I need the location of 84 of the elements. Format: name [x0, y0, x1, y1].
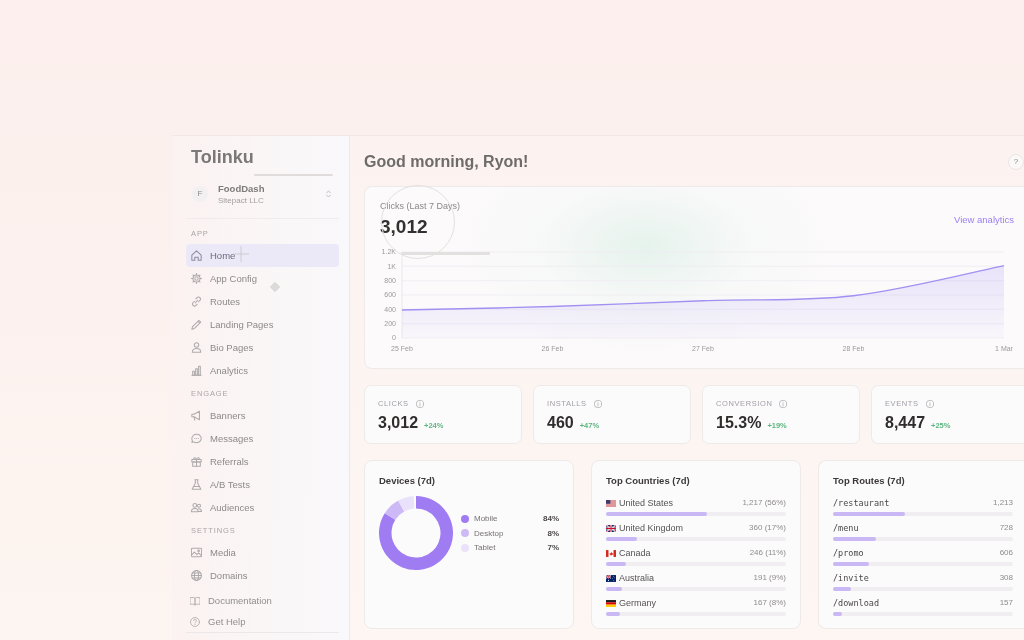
route-path: /promo [833, 547, 864, 559]
legend-value: 84% [543, 513, 559, 524]
info-icon [925, 399, 934, 408]
info-icon [415, 399, 424, 408]
help-button[interactable]: ? [1008, 154, 1024, 170]
logo: Tolinku [190, 147, 254, 167]
nav-item[interactable]: A/B Tests [186, 473, 339, 496]
gear-icon [191, 273, 202, 284]
country-name: Germany [619, 597, 656, 609]
nav-item[interactable]: App Config [186, 267, 339, 290]
legend-value: 7% [546, 542, 559, 553]
stat-value: 8,447 [885, 413, 926, 433]
uk-flag-icon [606, 524, 616, 532]
route-count: 1,213 [992, 497, 1013, 509]
card-title: Top Routes (7d) [833, 475, 906, 487]
country-name: Australia [619, 572, 654, 584]
us-flag-icon [606, 499, 616, 507]
australia-flag-icon [606, 574, 616, 582]
book-icon [190, 595, 200, 606]
link-icon [191, 296, 202, 307]
people-icon [191, 502, 202, 513]
canada-flag-icon [606, 549, 616, 557]
view-analytics-link[interactable]: View analytics [953, 213, 1014, 225]
chevron-up-down-icon[interactable] [326, 190, 331, 198]
crosshair-icon [233, 246, 249, 262]
footer-link[interactable]: Documentation [186, 590, 339, 611]
nav-item[interactable]: Messages [186, 427, 339, 450]
footer-link[interactable]: Get Help [186, 611, 339, 632]
country-count: 167 (8%) [753, 597, 786, 609]
nav-item[interactable]: Landing Pages [186, 313, 339, 336]
person-icon [191, 342, 202, 353]
globe-icon [191, 570, 202, 581]
nav-item[interactable]: Home [186, 244, 339, 267]
diamond-icon [270, 282, 280, 292]
total-value: 3,012 [380, 216, 428, 238]
country-name: Canada [619, 547, 651, 559]
stat-value: 3,012 [378, 413, 419, 433]
route-path: /menu [833, 522, 859, 534]
nav-item[interactable]: Bio Pages [186, 336, 339, 359]
route-path: /restaurant [833, 497, 890, 509]
nav-item[interactable]: Referrals [186, 450, 339, 473]
nav-item[interactable]: Audiences [186, 496, 339, 519]
chat-bubble-icon [191, 433, 202, 444]
workspace-avatar: F [192, 186, 208, 202]
pencil-icon [191, 319, 202, 330]
info-icon [779, 399, 788, 408]
route-path: /invite [833, 572, 869, 584]
country-count: 191 (9%) [753, 572, 786, 584]
legend-label: Desktop [474, 527, 505, 539]
info-icon [593, 399, 602, 408]
page-title: Good morning, Ryon! [364, 152, 529, 172]
legend-label: Mobile [474, 513, 499, 524]
stat-value: 15.3% [716, 413, 762, 433]
route-count: 308 [999, 572, 1013, 584]
gift-icon [191, 456, 202, 467]
image-icon [191, 547, 202, 558]
card-title: Top Countries (7d) [606, 475, 691, 487]
country-count: 360 (17%) [749, 522, 786, 534]
nav-item[interactable]: Banners [186, 404, 339, 427]
country-name: United States [619, 497, 674, 509]
route-count: 728 [999, 522, 1013, 534]
germany-flag-icon [606, 599, 616, 607]
help-icon [190, 616, 200, 627]
workspace-name: FoodDash [218, 182, 265, 195]
country-name: United Kingdom [619, 522, 684, 534]
card-title: Clicks (Last 7 Days) [380, 200, 460, 212]
megaphone-icon [191, 410, 202, 421]
nav-item[interactable]: Routes [186, 290, 339, 313]
route-count: 157 [999, 597, 1013, 609]
legend-label: Tablet [474, 542, 497, 553]
flask-icon [191, 479, 202, 490]
country-count: 246 (11%) [749, 547, 786, 559]
route-path: /download [833, 597, 880, 609]
home-icon [191, 250, 202, 261]
legend-value: 8% [546, 527, 559, 539]
workspace-company: Sitepact LLC [218, 194, 264, 206]
nav-item[interactable]: Media [186, 541, 339, 564]
route-count: 606 [999, 547, 1013, 559]
card-title: Devices (7d) [379, 475, 436, 487]
bar-chart-icon [191, 365, 202, 376]
country-count: 1,217 (56%) [742, 497, 786, 509]
nav-item[interactable]: Domains [186, 564, 339, 587]
stat-value: 460 [547, 413, 574, 433]
nav-item[interactable]: Analytics [186, 359, 339, 382]
